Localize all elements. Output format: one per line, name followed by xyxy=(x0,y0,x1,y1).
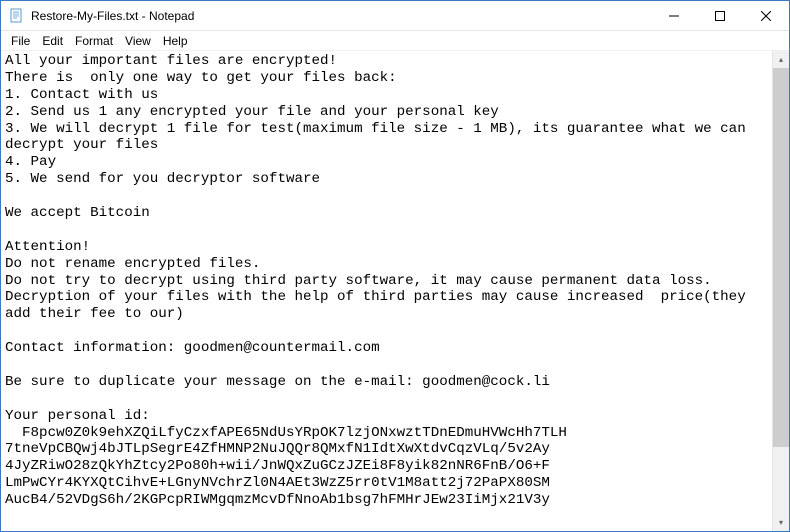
scroll-track[interactable] xyxy=(773,68,789,514)
menubar: File Edit Format View Help xyxy=(1,31,789,51)
chevron-down-icon: ▾ xyxy=(779,518,783,527)
chevron-up-icon: ▴ xyxy=(779,55,783,64)
titlebar: Restore-My-Files.txt - Notepad xyxy=(1,1,789,31)
scroll-thumb[interactable] xyxy=(773,68,789,447)
menu-file[interactable]: File xyxy=(5,33,36,49)
menu-edit[interactable]: Edit xyxy=(36,33,69,49)
close-button[interactable] xyxy=(743,1,789,30)
scroll-down-button[interactable]: ▾ xyxy=(773,514,789,531)
notepad-icon xyxy=(9,8,25,24)
minimize-button[interactable] xyxy=(651,1,697,30)
window-controls xyxy=(651,1,789,30)
scroll-up-button[interactable]: ▴ xyxy=(773,51,789,68)
maximize-button[interactable] xyxy=(697,1,743,30)
content-area: All your important files are encrypted! … xyxy=(1,51,789,531)
menu-format[interactable]: Format xyxy=(69,33,119,49)
window-title: Restore-My-Files.txt - Notepad xyxy=(31,9,651,23)
menu-view[interactable]: View xyxy=(119,33,157,49)
vertical-scrollbar[interactable]: ▴ ▾ xyxy=(772,51,789,531)
menu-help[interactable]: Help xyxy=(157,33,194,49)
text-editor[interactable]: All your important files are encrypted! … xyxy=(1,51,772,531)
